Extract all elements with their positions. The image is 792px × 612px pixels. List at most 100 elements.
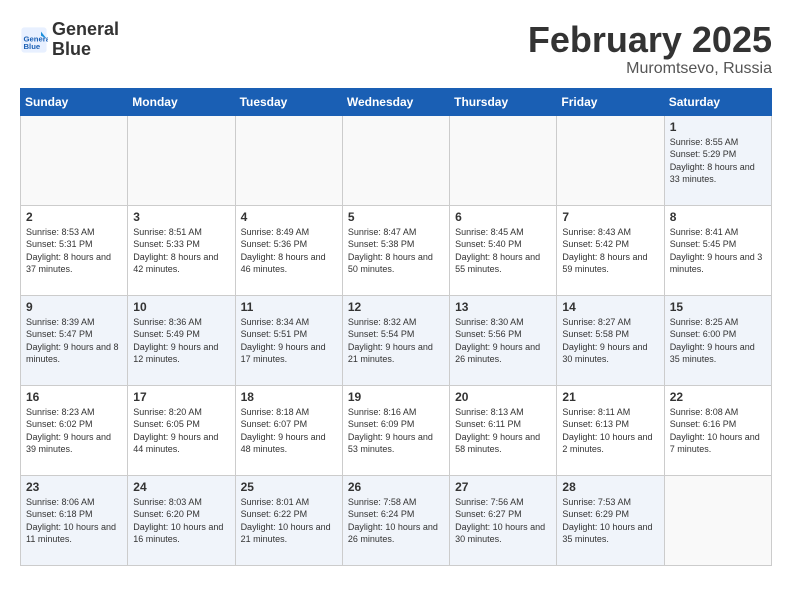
week-row-0: 1 Sunrise: 8:55 AMSunset: 5:29 PMDaylight… bbox=[21, 115, 772, 205]
day-info: Sunrise: 8:43 AMSunset: 5:42 PMDaylight:… bbox=[562, 226, 658, 276]
location: Muromtsevo, Russia bbox=[528, 60, 772, 78]
header-day-wednesday: Wednesday bbox=[342, 88, 449, 115]
day-info: Sunrise: 8:41 AMSunset: 5:45 PMDaylight:… bbox=[670, 226, 766, 276]
calendar-header: SundayMondayTuesdayWednesdayThursdayFrid… bbox=[21, 88, 772, 115]
calendar-cell: 17 Sunrise: 8:20 AMSunset: 6:05 PMDayligh… bbox=[128, 385, 235, 475]
header-day-thursday: Thursday bbox=[450, 88, 557, 115]
calendar-cell bbox=[235, 115, 342, 205]
calendar-cell bbox=[557, 115, 664, 205]
day-info: Sunrise: 8:45 AMSunset: 5:40 PMDaylight:… bbox=[455, 226, 551, 276]
logo-line2: Blue bbox=[52, 40, 119, 60]
title-block: February 2025 Muromtsevo, Russia bbox=[528, 20, 772, 78]
page-header: General Blue General Blue February 2025 … bbox=[20, 20, 772, 78]
day-number: 18 bbox=[241, 390, 337, 404]
day-info: Sunrise: 8:27 AMSunset: 5:58 PMDaylight:… bbox=[562, 316, 658, 366]
day-number: 16 bbox=[26, 390, 122, 404]
calendar-cell: 11 Sunrise: 8:34 AMSunset: 5:51 PMDayligh… bbox=[235, 295, 342, 385]
svg-text:Blue: Blue bbox=[24, 42, 41, 51]
calendar-cell: 27 Sunrise: 7:56 AMSunset: 6:27 PMDayligh… bbox=[450, 475, 557, 565]
calendar-cell: 13 Sunrise: 8:30 AMSunset: 5:56 PMDayligh… bbox=[450, 295, 557, 385]
logo-icon: General Blue bbox=[20, 26, 48, 54]
day-info: Sunrise: 8:20 AMSunset: 6:05 PMDaylight:… bbox=[133, 406, 229, 456]
calendar-cell: 22Sunrise: 8:08 AMSunset: 6:16 PMDayligh… bbox=[664, 385, 771, 475]
day-number: 15 bbox=[670, 300, 766, 314]
calendar-cell: 8 Sunrise: 8:41 AMSunset: 5:45 PMDaylight… bbox=[664, 205, 771, 295]
calendar-cell: 15Sunrise: 8:25 AMSunset: 6:00 PMDayligh… bbox=[664, 295, 771, 385]
day-number: 6 bbox=[455, 210, 551, 224]
day-info: Sunrise: 8:13 AMSunset: 6:11 PMDaylight:… bbox=[455, 406, 551, 456]
day-info: Sunrise: 8:39 AMSunset: 5:47 PMDaylight:… bbox=[26, 316, 122, 366]
day-number: 23 bbox=[26, 480, 122, 494]
calendar-cell: 21 Sunrise: 8:11 AMSunset: 6:13 PMDayligh… bbox=[557, 385, 664, 475]
day-number: 14 bbox=[562, 300, 658, 314]
day-info: Sunrise: 8:06 AMSunset: 6:18 PMDaylight:… bbox=[26, 496, 122, 546]
calendar-cell bbox=[664, 475, 771, 565]
day-number: 21 bbox=[562, 390, 658, 404]
day-info: Sunrise: 8:18 AMSunset: 6:07 PMDaylight:… bbox=[241, 406, 337, 456]
day-number: 28 bbox=[562, 480, 658, 494]
day-info: Sunrise: 8:08 AMSunset: 6:16 PMDaylight:… bbox=[670, 406, 766, 456]
day-info: Sunrise: 8:51 AMSunset: 5:33 PMDaylight:… bbox=[133, 226, 229, 276]
week-row-4: 23 Sunrise: 8:06 AMSunset: 6:18 PMDayligh… bbox=[21, 475, 772, 565]
calendar-cell: 24 Sunrise: 8:03 AMSunset: 6:20 PMDayligh… bbox=[128, 475, 235, 565]
day-number: 27 bbox=[455, 480, 551, 494]
calendar-cell: 19Sunrise: 8:16 AMSunset: 6:09 PMDayligh… bbox=[342, 385, 449, 475]
day-number: 25 bbox=[241, 480, 337, 494]
calendar-cell: 1 Sunrise: 8:55 AMSunset: 5:29 PMDaylight… bbox=[664, 115, 771, 205]
week-row-1: 2 Sunrise: 8:53 AMSunset: 5:31 PMDaylight… bbox=[21, 205, 772, 295]
calendar-cell: 7 Sunrise: 8:43 AMSunset: 5:42 PMDaylight… bbox=[557, 205, 664, 295]
calendar-cell bbox=[21, 115, 128, 205]
day-info: Sunrise: 8:53 AMSunset: 5:31 PMDaylight:… bbox=[26, 226, 122, 276]
week-row-2: 9Sunrise: 8:39 AMSunset: 5:47 PMDaylight… bbox=[21, 295, 772, 385]
logo: General Blue General Blue bbox=[20, 20, 119, 60]
calendar-cell: 16 Sunrise: 8:23 AMSunset: 6:02 PMDayligh… bbox=[21, 385, 128, 475]
calendar-cell: 10 Sunrise: 8:36 AMSunset: 5:49 PMDayligh… bbox=[128, 295, 235, 385]
calendar-cell: 18 Sunrise: 8:18 AMSunset: 6:07 PMDayligh… bbox=[235, 385, 342, 475]
day-number: 17 bbox=[133, 390, 229, 404]
day-info: Sunrise: 8:03 AMSunset: 6:20 PMDaylight:… bbox=[133, 496, 229, 546]
day-number: 26 bbox=[348, 480, 444, 494]
day-info: Sunrise: 8:36 AMSunset: 5:49 PMDaylight:… bbox=[133, 316, 229, 366]
week-row-3: 16 Sunrise: 8:23 AMSunset: 6:02 PMDayligh… bbox=[21, 385, 772, 475]
day-info: Sunrise: 8:23 AMSunset: 6:02 PMDaylight:… bbox=[26, 406, 122, 456]
calendar-cell: 28 Sunrise: 7:53 AMSunset: 6:29 PMDayligh… bbox=[557, 475, 664, 565]
day-number: 11 bbox=[241, 300, 337, 314]
day-info: Sunrise: 8:55 AMSunset: 5:29 PMDaylight:… bbox=[670, 136, 766, 186]
logo-line1: General bbox=[52, 20, 119, 40]
day-number: 3 bbox=[133, 210, 229, 224]
day-info: Sunrise: 7:53 AMSunset: 6:29 PMDaylight:… bbox=[562, 496, 658, 546]
calendar-body: 1 Sunrise: 8:55 AMSunset: 5:29 PMDaylight… bbox=[21, 115, 772, 565]
day-info: Sunrise: 8:11 AMSunset: 6:13 PMDaylight:… bbox=[562, 406, 658, 456]
calendar-cell: 3 Sunrise: 8:51 AMSunset: 5:33 PMDaylight… bbox=[128, 205, 235, 295]
day-info: Sunrise: 8:47 AMSunset: 5:38 PMDaylight:… bbox=[348, 226, 444, 276]
calendar-cell: 26Sunrise: 7:58 AMSunset: 6:24 PMDayligh… bbox=[342, 475, 449, 565]
day-number: 5 bbox=[348, 210, 444, 224]
calendar-table: SundayMondayTuesdayWednesdayThursdayFrid… bbox=[20, 88, 772, 566]
day-info: Sunrise: 8:30 AMSunset: 5:56 PMDaylight:… bbox=[455, 316, 551, 366]
header-day-tuesday: Tuesday bbox=[235, 88, 342, 115]
calendar-cell: 20Sunrise: 8:13 AMSunset: 6:11 PMDayligh… bbox=[450, 385, 557, 475]
day-number: 1 bbox=[670, 120, 766, 134]
calendar-cell: 9Sunrise: 8:39 AMSunset: 5:47 PMDaylight… bbox=[21, 295, 128, 385]
day-info: Sunrise: 7:56 AMSunset: 6:27 PMDaylight:… bbox=[455, 496, 551, 546]
header-day-sunday: Sunday bbox=[21, 88, 128, 115]
header-row: SundayMondayTuesdayWednesdayThursdayFrid… bbox=[21, 88, 772, 115]
header-day-friday: Friday bbox=[557, 88, 664, 115]
calendar-cell: 5 Sunrise: 8:47 AMSunset: 5:38 PMDaylight… bbox=[342, 205, 449, 295]
calendar-cell bbox=[128, 115, 235, 205]
header-day-saturday: Saturday bbox=[664, 88, 771, 115]
day-number: 7 bbox=[562, 210, 658, 224]
day-info: Sunrise: 8:01 AMSunset: 6:22 PMDaylight:… bbox=[241, 496, 337, 546]
calendar-cell: 25 Sunrise: 8:01 AMSunset: 6:22 PMDayligh… bbox=[235, 475, 342, 565]
day-number: 2 bbox=[26, 210, 122, 224]
month-title: February 2025 bbox=[528, 20, 772, 60]
day-number: 8 bbox=[670, 210, 766, 224]
calendar-cell: 12Sunrise: 8:32 AMSunset: 5:54 PMDayligh… bbox=[342, 295, 449, 385]
day-number: 24 bbox=[133, 480, 229, 494]
day-info: Sunrise: 8:34 AMSunset: 5:51 PMDaylight:… bbox=[241, 316, 337, 366]
day-info: Sunrise: 8:16 AMSunset: 6:09 PMDaylight:… bbox=[348, 406, 444, 456]
day-number: 10 bbox=[133, 300, 229, 314]
day-number: 13 bbox=[455, 300, 551, 314]
calendar-cell bbox=[450, 115, 557, 205]
day-info: Sunrise: 8:32 AMSunset: 5:54 PMDaylight:… bbox=[348, 316, 444, 366]
